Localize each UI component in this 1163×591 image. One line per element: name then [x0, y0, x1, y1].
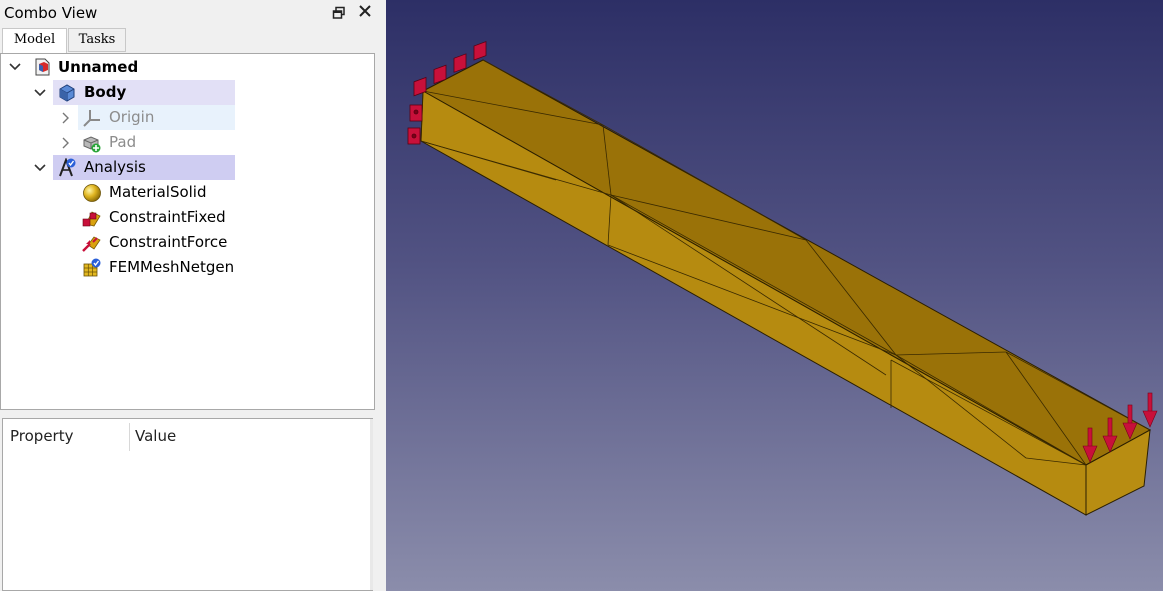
tab-model[interactable]: Model	[2, 28, 67, 54]
tab-tasks[interactable]: Tasks	[68, 28, 126, 52]
analysis-icon	[57, 157, 77, 178]
tree-item-label: Body	[84, 83, 127, 101]
constraint-force-icon	[82, 233, 102, 253]
pad-icon	[82, 133, 102, 153]
material-icon	[82, 183, 102, 203]
document-icon	[32, 57, 52, 77]
column-divider[interactable]	[129, 423, 130, 451]
tree-item-label: ConstraintFixed	[109, 208, 226, 226]
freecad-window: Combo View Model Tasks Unnamed Body Orig…	[0, 0, 1163, 591]
tree-item-label: Pad	[109, 133, 137, 151]
property-header: Property Value	[3, 419, 372, 453]
3d-viewport[interactable]	[386, 0, 1163, 591]
tree-item-unnamed[interactable]: Unnamed	[1, 55, 301, 80]
beam-front-face	[420, 90, 1087, 516]
tree-item-body[interactable]: Body	[53, 80, 235, 105]
combo-view-titlebar: Combo View	[0, 0, 381, 27]
chevron-down-icon[interactable]	[33, 156, 47, 181]
tree-item-label: Analysis	[84, 158, 146, 176]
fem-model-render	[407, 41, 1158, 516]
chevron-right-icon[interactable]	[58, 131, 72, 156]
model-tree[interactable]: Unnamed Body Origin Pad Analysis Materia…	[0, 53, 375, 410]
chevron-down-icon[interactable]	[33, 81, 47, 106]
property-view: Property Value	[2, 418, 373, 591]
origin-icon	[82, 108, 102, 128]
tree-item-label: FEMMeshNetgen	[109, 258, 235, 276]
constraint-fixed-icon	[82, 208, 102, 228]
tree-item-analysis[interactable]: Analysis	[53, 155, 235, 180]
panel-splitter[interactable]	[0, 410, 381, 418]
combo-view-title: Combo View	[4, 4, 98, 22]
tree-item-label: MaterialSolid	[109, 183, 207, 201]
tree-item-label: ConstraintForce	[109, 233, 228, 251]
body-icon	[57, 83, 77, 103]
chevron-down-icon[interactable]	[8, 55, 22, 80]
close-icon[interactable]	[358, 4, 372, 18]
float-window-icon[interactable]	[332, 5, 346, 19]
column-header-property[interactable]: Property	[10, 427, 73, 445]
tree-item-label: Origin	[109, 108, 155, 126]
chevron-right-icon[interactable]	[58, 106, 72, 131]
property-scrollbar[interactable]	[370, 419, 373, 590]
fem-mesh-icon	[82, 258, 102, 278]
combo-view-panel: Combo View Model Tasks Unnamed Body Orig…	[0, 0, 381, 591]
column-header-value[interactable]: Value	[135, 427, 176, 445]
tree-item-label: Unnamed	[58, 58, 139, 76]
beam-top-face	[421, 59, 1152, 466]
